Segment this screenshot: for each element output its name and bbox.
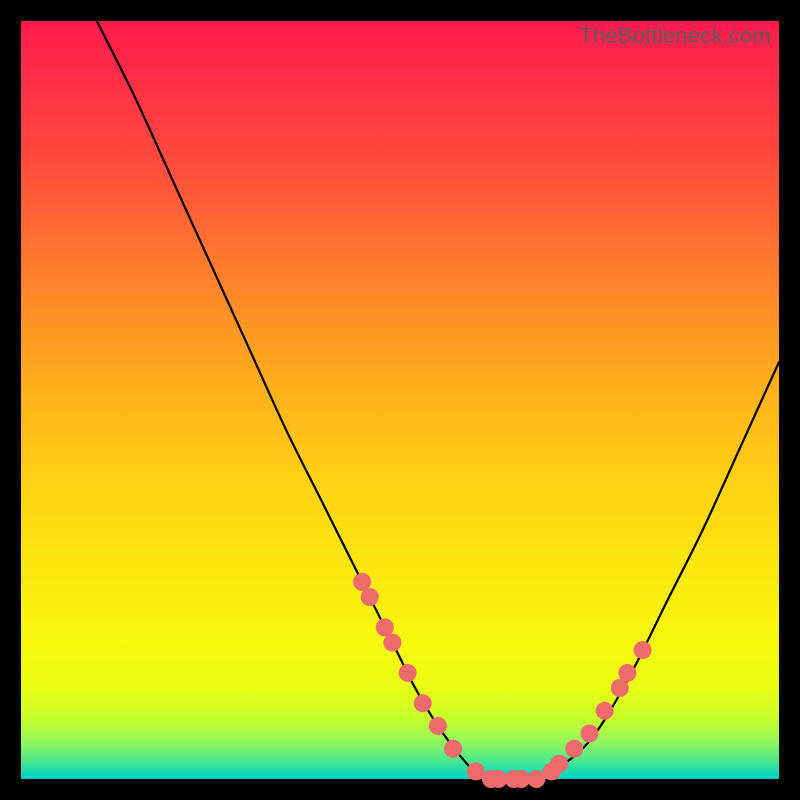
bottleneck-curve-line: [97, 21, 779, 780]
highlight-dot: [618, 664, 636, 682]
highlight-dot: [565, 740, 583, 758]
plot-area: TheBottleneck.com: [21, 21, 779, 779]
highlight-dot: [383, 634, 401, 652]
highlight-dot: [444, 740, 462, 758]
highlight-dots-group: [353, 573, 651, 788]
highlight-dot: [361, 588, 379, 606]
highlight-dot: [429, 717, 447, 735]
highlight-dot: [399, 664, 417, 682]
highlight-dot: [581, 725, 599, 743]
highlight-dot: [596, 702, 614, 720]
chart-frame: TheBottleneck.com: [0, 0, 800, 800]
highlight-dot: [550, 755, 568, 773]
chart-svg: [21, 21, 779, 779]
highlight-dot: [414, 694, 432, 712]
highlight-dot: [634, 641, 652, 659]
